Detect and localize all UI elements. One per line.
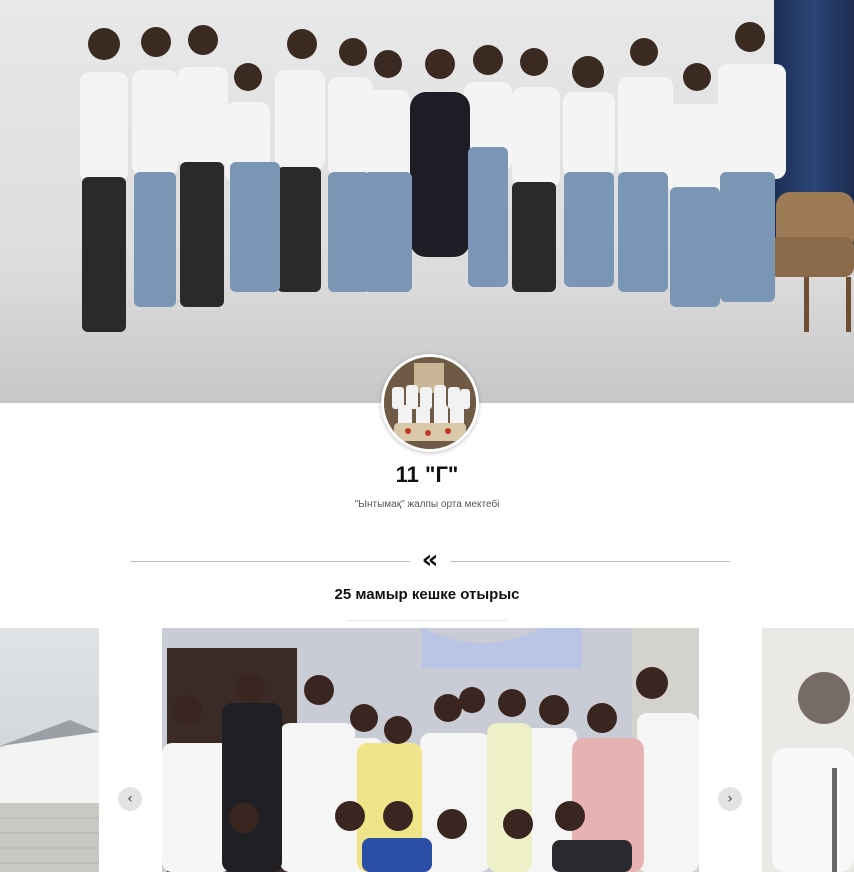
people-group [80, 22, 786, 332]
slide-previous-image [0, 720, 99, 872]
section-title: 25 мамыр кешке отырыс [334, 586, 520, 603]
carousel-prev-button[interactable]: ‹ [118, 787, 142, 811]
carousel-slide-next[interactable] [762, 628, 854, 872]
cover-photo [0, 0, 854, 403]
divider-line-right [450, 561, 730, 562]
divider-line-left [130, 561, 410, 562]
school-subtitle: "Ынтымақ" жалпы орта мектебі [354, 499, 500, 510]
carousel-next-button[interactable]: › [718, 787, 742, 811]
slide-next-image [762, 628, 854, 872]
avatar-image [384, 357, 476, 449]
slide-current-image [162, 628, 699, 872]
carousel-slide-current[interactable] [162, 628, 699, 872]
double-chevron-left-icon: « [421, 545, 439, 575]
section-underline [347, 620, 507, 621]
group-avatar[interactable] [381, 354, 479, 452]
page-title: 11 "Г" [395, 462, 459, 487]
carousel-slide-previous[interactable] [0, 628, 99, 872]
